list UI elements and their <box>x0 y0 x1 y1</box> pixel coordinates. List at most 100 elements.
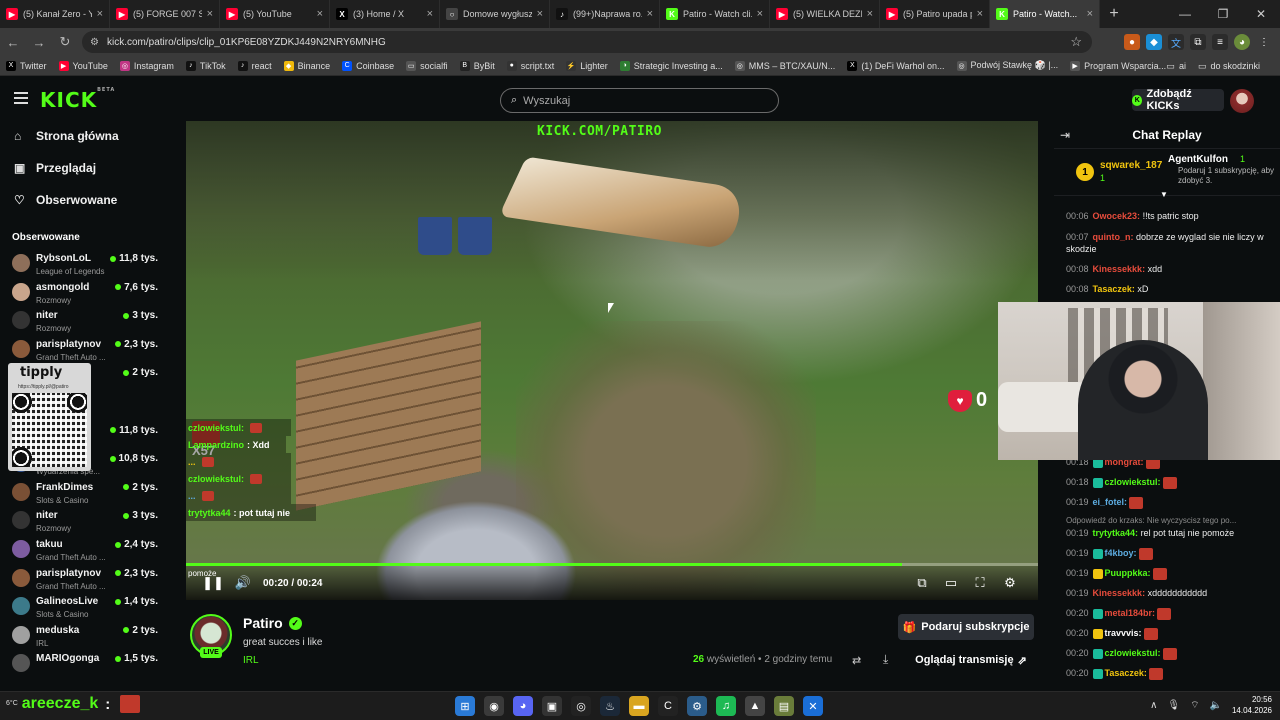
followed-channel[interactable]: MARIOgonga 1,5 tys. <box>12 652 162 680</box>
browser-tab[interactable]: ▶ (5) Kanał Zero - Y... × <box>0 0 110 28</box>
obs-icon[interactable]: ◎ <box>571 696 591 716</box>
chat-username[interactable]: metal184br: <box>1105 608 1156 618</box>
browser-tab[interactable]: X (3) Home / X × <box>330 0 440 28</box>
tab-close-icon[interactable]: × <box>537 8 543 20</box>
chat-username[interactable]: travvvis: <box>1105 628 1142 638</box>
extension-puzzle-icon[interactable]: ⧉ <box>1190 34 1206 50</box>
pip-icon[interactable]: ⧉ <box>914 575 930 591</box>
nav-home[interactable]: ⌂ Strona główna <box>14 129 119 143</box>
kick-logo[interactable]: KICKBETA <box>40 87 115 112</box>
chat-username[interactable]: Tasaczek: <box>1105 668 1147 678</box>
followed-channel[interactable]: parisplatynov Grand Theft Auto ... 2,3 tys… <box>12 567 162 595</box>
tab-close-icon[interactable]: × <box>97 8 103 20</box>
start-icon[interactable]: ⊞ <box>455 696 475 716</box>
followed-channel[interactable]: takuu Grand Theft Auto ... 2,4 tys. <box>12 538 162 566</box>
extension-translate-icon[interactable]: 文 <box>1168 34 1184 50</box>
microphone-icon[interactable]: 🎙 <box>1167 700 1180 711</box>
folder-icon[interactable]: ▬ <box>629 696 649 716</box>
get-kicks-button[interactable]: K Zdobądź KICKs <box>1132 88 1224 112</box>
browser-tab[interactable]: K Patiro - Watch cli... × <box>660 0 770 28</box>
network-app-icon[interactable]: ⚙ <box>687 696 707 716</box>
followed-channel[interactable]: parisplatynov Grand Theft Auto ... 2,3 tys… <box>12 338 162 366</box>
bookmark-item[interactable]: B ByBit <box>459 60 495 71</box>
bookmark-item[interactable]: ◆ Binance <box>283 60 330 71</box>
video-player[interactable]: KICK.COM/PATIRO ♥ 0 X57 czlowiekstul: Lam… <box>186 121 1038 600</box>
chat-username[interactable]: f4kboy: <box>1105 548 1137 558</box>
extension-menu-icon[interactable]: ≡ <box>1212 34 1228 50</box>
fullscreen-icon[interactable]: ⛶ <box>972 575 988 591</box>
weather-widget[interactable]: 6°C <box>6 700 18 708</box>
followed-channel[interactable]: asmongold Rozmowy 7,6 tys. <box>12 281 162 309</box>
tab-close-icon[interactable]: × <box>867 8 873 20</box>
steam-icon[interactable]: ♨ <box>600 696 620 716</box>
chrome-icon[interactable]: ◉ <box>484 696 504 716</box>
extension-brave-icon[interactable]: ● <box>1124 34 1140 50</box>
bookmark-folder[interactable]: ▭ ai <box>1166 61 1186 72</box>
bookmark-item[interactable]: ▶ Program Wsparcia... <box>1070 60 1166 71</box>
bookmark-item[interactable]: ◑ Strategic Investing a... <box>619 60 723 71</box>
pause-icon[interactable]: ❚❚ <box>202 575 224 591</box>
bookmark-item[interactable]: ◎ MMS – BTC/XAU/N... <box>734 60 835 71</box>
followed-channel[interactable]: meduska IRL 2 tys. <box>12 624 162 652</box>
tray-expand-icon[interactable]: ∧ <box>1150 700 1157 711</box>
tab-close-icon[interactable]: × <box>647 8 653 20</box>
bookmark-item[interactable]: ♪ react <box>237 60 272 71</box>
nav-following[interactable]: ♡ Obserwowane <box>14 193 117 207</box>
download-icon[interactable]: ⤓ <box>883 652 897 666</box>
bookmark-item[interactable]: ▶ YouTube <box>58 60 108 71</box>
chat-username[interactable]: Kinessekkk: <box>1093 588 1146 598</box>
bookmark-item[interactable]: ◎ Podwój Stawkę 🎲 |... <box>956 60 1058 71</box>
more-menu-icon[interactable]: ⋮ <box>1256 34 1272 50</box>
discord-icon[interactable]: ◕ <box>513 696 533 716</box>
browser-tab[interactable]: ○ Domowe wygłusz... × <box>440 0 550 28</box>
tab-close-icon[interactable]: × <box>757 8 763 20</box>
chat-username[interactable]: Tasaczek: <box>1093 284 1135 294</box>
chat-username[interactable]: quinto_n: <box>1093 232 1134 242</box>
watch-stream-button[interactable]: Oglądaj transmisję ⇗ <box>908 647 1034 673</box>
followed-channel[interactable]: niter Rozmowy 3 tys. <box>12 309 162 337</box>
bookmark-star-icon[interactable]: ☆ <box>1070 34 1082 50</box>
bookmark-item[interactable]: C Coinbase <box>342 60 394 71</box>
new-tab-button[interactable]: + <box>1100 0 1128 28</box>
vscode-icon[interactable]: ✕ <box>803 696 823 716</box>
bookmark-item[interactable]: X Twitter <box>6 60 47 71</box>
site-info-icon[interactable]: ⚙ <box>90 37 99 48</box>
media-icon[interactable]: ▲ <box>745 696 765 716</box>
restore-icon[interactable]: ❐ <box>1204 0 1242 28</box>
followed-channel[interactable]: FrankDimes Slots & Casino 2 tys. <box>12 481 162 509</box>
expand-caret-icon[interactable]: ▼ <box>1160 190 1168 199</box>
browser-tab[interactable]: ▶ (5) Patiro upada p... × <box>880 0 990 28</box>
wifi-icon[interactable]: ⌔ <box>1190 699 1199 712</box>
close-window-icon[interactable]: ✕ <box>1242 0 1280 28</box>
browser-tab[interactable]: ▶ (5) YouTube × <box>220 0 330 28</box>
volume-icon[interactable]: 🔊 <box>235 575 251 591</box>
followed-channel[interactable]: GalineosLive Slots & Casino 1,4 tys. <box>12 595 162 623</box>
browser-tab[interactable]: ▶ (5) FORGE 007 Sp... × <box>110 0 220 28</box>
spotify-icon[interactable]: ♫ <box>716 696 736 716</box>
chat-username[interactable]: Owocek23: <box>1093 211 1141 221</box>
followed-channel[interactable]: RybsonLoL League of Legends 11,8 tys. <box>12 252 162 280</box>
gift-subs-button[interactable]: 🎁 Podaruj subskrypcje <box>898 614 1034 640</box>
chat-username[interactable]: Kinessekkk: <box>1093 264 1146 274</box>
search-input[interactable]: ⌕ Wyszukaj <box>500 88 779 113</box>
notes-app-icon[interactable]: ▤ <box>774 696 794 716</box>
bookmark-item[interactable]: ⚡ Lighter <box>566 60 608 71</box>
chat-username[interactable]: ei_fotel: <box>1093 497 1128 507</box>
bookmark-item[interactable]: X (1) DeFi Warhol on... <box>847 60 945 71</box>
theater-mode-icon[interactable]: ▭ <box>943 575 959 591</box>
browser-tab[interactable]: K Patiro - Watch... × <box>990 0 1100 28</box>
back-icon[interactable]: ← <box>0 28 26 56</box>
tab-close-icon[interactable]: × <box>977 8 983 20</box>
reload-icon[interactable]: ↻ <box>52 28 78 56</box>
extension-blue-icon[interactable]: ◆ <box>1146 34 1162 50</box>
chat-username[interactable]: trytytka44: <box>1093 528 1139 538</box>
followed-channel[interactable]: niter Rozmowy 3 tys. <box>12 509 162 537</box>
tab-close-icon[interactable]: × <box>1087 8 1093 20</box>
hamburger-menu-icon[interactable] <box>14 92 28 104</box>
minimize-icon[interactable]: — <box>1166 0 1204 28</box>
chat-username[interactable]: czlowiekstul: <box>1105 648 1161 658</box>
bookmark-folder[interactable]: ▭ do skodzinki <box>1198 61 1260 72</box>
tab-close-icon[interactable]: × <box>207 8 213 20</box>
settings-icon[interactable]: ⚙ <box>1002 575 1018 591</box>
stream-category[interactable]: IRL <box>243 655 259 666</box>
